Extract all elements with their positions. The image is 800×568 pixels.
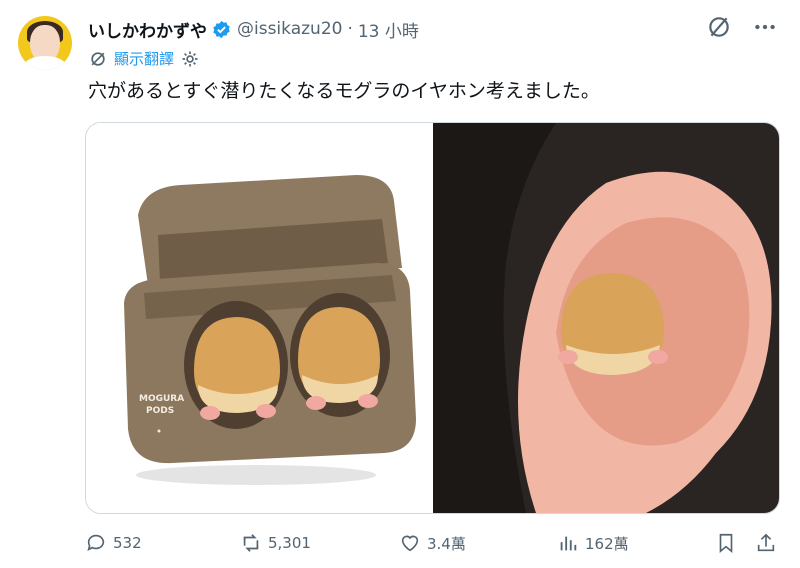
like-button[interactable]: 3.4萬: [399, 528, 466, 558]
tweet-text: 穴があるとすぐ潜りたくなるモグラのイヤホン考えました。: [88, 80, 600, 102]
reply-icon: [87, 534, 105, 551]
share-icon: [757, 533, 775, 552]
repost-count: 5,301: [268, 534, 311, 552]
like-icon: [401, 535, 419, 552]
views-icon: [560, 536, 577, 551]
translate-row: 顯示翻譯: [88, 48, 200, 69]
translate-link[interactable]: 顯示翻譯: [114, 48, 174, 69]
repost-icon: [243, 534, 259, 552]
share-button[interactable]: [755, 528, 777, 558]
tweet-header: いしかわかずや @issikazu20 · 13 小時: [88, 16, 419, 42]
case-text-line1: MOGURA: [139, 394, 184, 404]
action-bar: 532 5,301 3.4萬 162萬: [85, 528, 778, 558]
bookmark-icon: [719, 533, 733, 554]
views-count: 162萬: [585, 534, 629, 553]
author-name[interactable]: いしかわかずや: [88, 17, 207, 42]
header-actions: [706, 14, 778, 40]
separator-dot: ·: [347, 19, 353, 39]
tweet-time[interactable]: 13 小時: [358, 17, 419, 42]
author-handle[interactable]: @issikazu20: [237, 19, 342, 39]
reply-count: 532: [113, 534, 142, 552]
case-text-line2: PODS: [146, 406, 174, 416]
grok-icon[interactable]: [706, 14, 732, 40]
avatar[interactable]: [18, 16, 72, 70]
repost-button[interactable]: 5,301: [240, 528, 311, 558]
tweet-media[interactable]: MOGURA PODS: [85, 122, 780, 514]
gear-icon[interactable]: [180, 49, 200, 69]
reply-button[interactable]: 532: [85, 528, 142, 558]
translate-settings-icon[interactable]: [88, 49, 108, 69]
bookmark-button[interactable]: [715, 528, 737, 558]
like-count: 3.4萬: [427, 534, 466, 553]
views-button[interactable]: 162萬: [557, 528, 629, 558]
verified-badge-icon: [212, 20, 231, 39]
media-images: MOGURA PODS: [86, 123, 779, 513]
more-icon[interactable]: [752, 14, 778, 40]
